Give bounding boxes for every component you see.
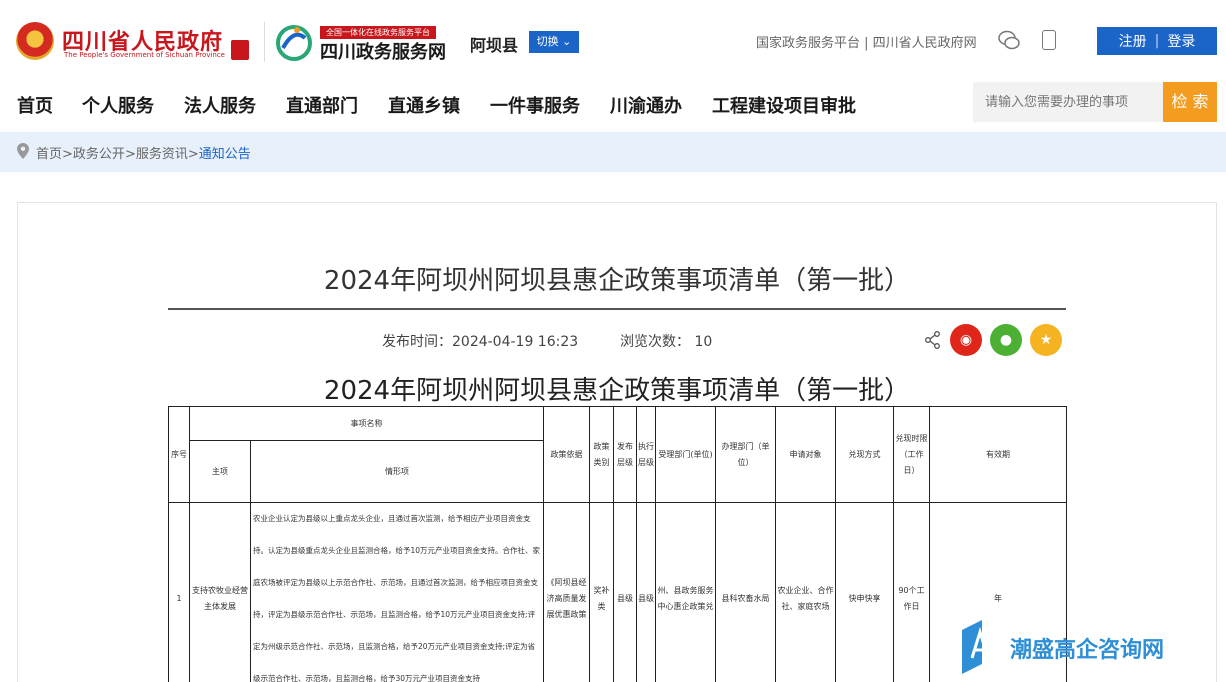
breadcrumb: 首页>政务公开>服务资讯>通知公告	[36, 143, 251, 162]
location-pin-icon	[17, 143, 29, 159]
watermark-logo-icon	[962, 620, 990, 674]
title-divider	[168, 308, 1066, 310]
national-emblem-icon	[16, 22, 54, 60]
register-button[interactable]: 注册	[1119, 31, 1147, 51]
header-basis: 政策依据	[543, 406, 590, 503]
mobile-icon[interactable]	[1042, 30, 1056, 50]
share-icon[interactable]	[925, 331, 941, 349]
breadcrumb-current[interactable]: 通知公告	[199, 147, 251, 162]
cell-scenario: 农业企业认定为县级以上重点龙头企业，且通过首次监测，给予相应产业项目资金支持。认…	[250, 502, 544, 682]
header-category: 政策类别	[589, 406, 614, 503]
header-accept-dept: 受理部门(单位)	[655, 406, 716, 503]
header-exec-level: 执行层级	[636, 406, 656, 503]
cell-method: 快申快享	[835, 502, 894, 682]
login-button[interactable]: 登录	[1167, 31, 1195, 51]
publish-label: 发布时间：	[382, 334, 452, 350]
cell-handle-dept: 县科农畜水局	[715, 502, 776, 682]
nav-item-chuanyu[interactable]: 川渝通办	[610, 92, 682, 118]
views-value: 10	[694, 334, 713, 350]
table-row: 1 支持农牧业经营主体发展 农业企业认定为县级以上重点龙头企业，且通过首次监测，…	[168, 502, 1067, 682]
header-applicant: 申请对象	[775, 406, 836, 503]
cell-issue-level: 县级	[613, 502, 637, 682]
search-input[interactable]	[973, 82, 1163, 122]
header-validity: 有效期	[929, 406, 1067, 503]
header-index: 序号	[168, 406, 190, 503]
header-issue-level: 发布层级	[613, 406, 637, 503]
county-name: 阿坝县	[470, 36, 519, 55]
seal-icon	[231, 40, 249, 60]
view-count: 浏览次数： 10	[620, 331, 712, 351]
cell-applicant: 农业企业、合作社、家庭农场	[775, 502, 836, 682]
wechat-icon[interactable]	[998, 30, 1020, 50]
weibo-icon[interactable]: ◉	[950, 324, 982, 356]
chevron-down-icon: ⌄	[562, 35, 572, 48]
policy-table: 序号 事项名称 政策依据 政策类别 发布层级 执行层级 受理部门(单位) 办理部…	[168, 406, 1067, 682]
nav-item-departments[interactable]: 直通部门	[286, 92, 358, 118]
breadcrumb-sep: >	[124, 147, 136, 162]
header-item-name: 事项名称	[189, 406, 544, 441]
publish-time: 2024-04-19 16:23	[452, 334, 579, 350]
watermark-text: 潮盛高企咨询网	[1010, 637, 1165, 663]
header-time-limit: 兑现时限（工作日）	[893, 406, 930, 503]
header-scenario: 情形项	[250, 440, 544, 503]
nav-item-home[interactable]: 首页	[17, 92, 53, 118]
search-button[interactable]: 检 索	[1163, 82, 1217, 122]
auth-buttons: 注册 | 登录	[1097, 27, 1217, 55]
header-main-item: 主项	[189, 440, 251, 503]
nav-item-construction[interactable]: 工程建设项目审批	[712, 92, 856, 118]
region-switch-button[interactable]: 切换 ⌄	[529, 31, 579, 53]
wechat-share-icon[interactable]: ●	[990, 324, 1022, 356]
breadcrumb-sep: >	[62, 147, 73, 162]
top-links[interactable]: 国家政务服务平台 | 四川省人民政府网	[756, 32, 977, 51]
publish-info: 发布时间：2024-04-19 16:23	[382, 331, 578, 351]
breadcrumb-home[interactable]: 首页	[36, 147, 62, 162]
document-title: 2024年阿坝州阿坝县惠企政策事项清单（第一批）	[323, 376, 911, 406]
cell-accept-dept: 州、县政务服务中心惠企政策兑	[655, 502, 716, 682]
header-method: 兑现方式	[835, 406, 894, 503]
breadcrumb-sep: >	[187, 147, 199, 162]
nav-item-personal[interactable]: 个人服务	[82, 92, 154, 118]
header-divider	[264, 22, 265, 62]
star-icon[interactable]: ★	[1030, 324, 1062, 356]
views-label: 浏览次数：	[620, 334, 690, 350]
switch-label: 切换	[536, 35, 559, 48]
platform-logo-icon	[276, 25, 312, 61]
nav-item-towns[interactable]: 直通乡镇	[388, 92, 460, 118]
nav-item-one-thing[interactable]: 一件事服务	[490, 92, 580, 118]
article-title: 2024年阿坝州阿坝县惠企政策事项清单（第一批）	[323, 266, 911, 296]
cell-index: 1	[168, 502, 190, 682]
platform-title[interactable]: 四川政务服务网	[320, 38, 446, 64]
breadcrumb-gov-open[interactable]: 政务公开	[73, 147, 125, 162]
nav-item-legal[interactable]: 法人服务	[184, 92, 256, 118]
cell-main-item: 支持农牧业经营主体发展	[189, 502, 251, 682]
cell-category: 奖补类	[589, 502, 614, 682]
cell-basis: 《阿坝县经济高质量发展优惠政策	[543, 502, 590, 682]
header-handle-dept: 办理部门（单位）	[715, 406, 776, 503]
cell-time-limit: 90个工作日	[893, 502, 930, 682]
site-header: 四川省人民政府 The People's Government of Sichu…	[0, 0, 1226, 80]
cell-exec-level: 县级	[636, 502, 656, 682]
breadcrumb-service-info[interactable]: 服务资讯	[136, 147, 188, 162]
auth-separator: |	[1154, 33, 1160, 49]
gov-subtitle: The People's Government of Sichuan Provi…	[64, 51, 225, 59]
